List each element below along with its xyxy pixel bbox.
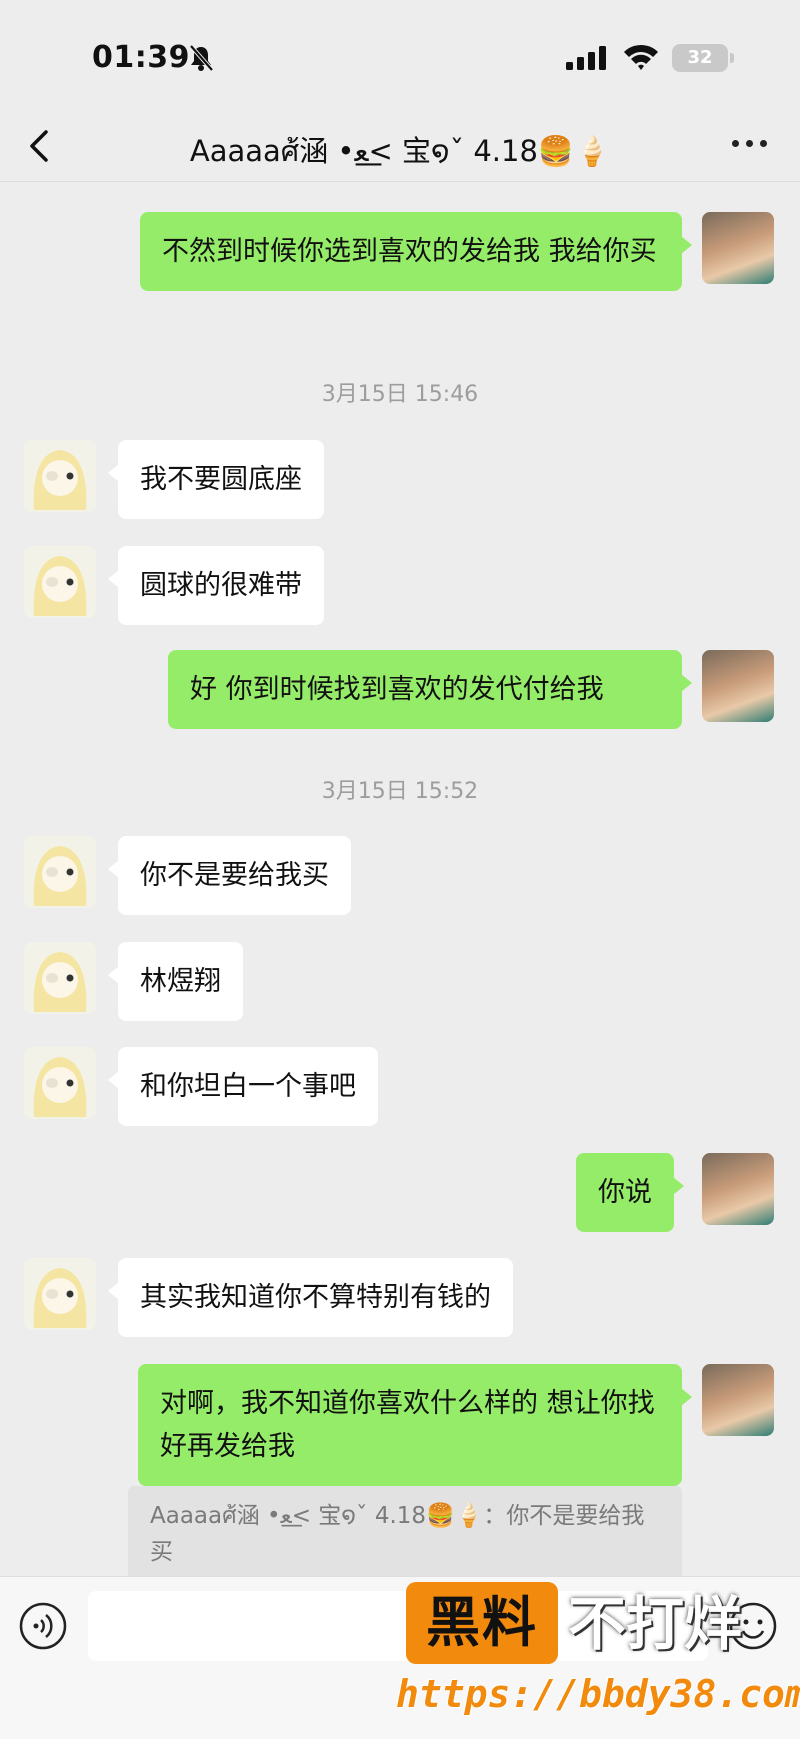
contact-avatar-illustration — [33, 846, 87, 906]
contact-avatar-illustration — [33, 450, 87, 510]
battery-indicator: 32 — [672, 44, 734, 72]
quoted-message[interactable]: Aaaaaศ้涵 •ﻌ⁠<͟ 宝໑ˇ 4.18🍔🍦：你不是要给我买 — [128, 1486, 682, 1582]
message-bubble-sent[interactable]: 好 你到时候找到喜欢的发代付给我 — [168, 650, 692, 729]
timestamp: 3月15日 15:52 — [321, 779, 479, 804]
message-bubble-sent[interactable]: 你说 — [576, 1153, 684, 1232]
mute-bell-icon — [189, 44, 214, 72]
message-bubble-sent[interactable]: 不然到时候你选到喜欢的发给我 我给你买 — [140, 212, 692, 291]
contact-avatar-illustration — [33, 1268, 87, 1328]
voice-input-icon[interactable] — [18, 1601, 68, 1651]
my-avatar[interactable] — [702, 1153, 774, 1225]
status-bar: 01:39 32 — [0, 0, 800, 110]
timestamp: 3月15日 15:46 — [321, 382, 479, 407]
contact-avatar[interactable] — [24, 1047, 96, 1119]
back-arrow-icon[interactable] — [26, 128, 56, 164]
wifi-icon — [624, 44, 658, 70]
watermark-tagline: 不打烊 — [568, 1590, 743, 1658]
watermark: 黑料 不打烊 https://bbdy38.com — [396, 1578, 800, 1739]
watermark-brand: 黑料 — [406, 1582, 558, 1664]
message-bubble-received[interactable]: 圆球的很难带 — [108, 546, 324, 625]
status-time: 01:39 — [92, 40, 190, 75]
chat-header: Aaaaaศ้涵 •ﻌ⁠<͟ 宝໑ˇ 4.18🍔🍦 — [0, 110, 800, 182]
chat-title: Aaaaaศ้涵 •ﻌ⁠<͟ 宝໑ˇ 4.18🍔🍦 — [189, 134, 611, 168]
message-bubble-received[interactable]: 其实我知道你不算特别有钱的 — [108, 1258, 513, 1337]
contact-avatar-illustration — [33, 556, 87, 616]
my-avatar[interactable] — [702, 212, 774, 284]
contact-avatar[interactable] — [24, 546, 96, 618]
contact-avatar-illustration — [33, 952, 87, 1012]
contact-avatar[interactable] — [24, 942, 96, 1014]
cellular-signal-icon — [566, 46, 606, 70]
contact-avatar[interactable] — [24, 1258, 96, 1330]
more-options-icon[interactable] — [732, 140, 768, 150]
contact-avatar[interactable] — [24, 836, 96, 908]
contact-avatar[interactable] — [24, 440, 96, 512]
my-avatar[interactable] — [702, 1364, 774, 1436]
my-avatar[interactable] — [702, 650, 774, 722]
message-bubble-received[interactable]: 和你坦白一个事吧 — [108, 1047, 378, 1126]
message-bubble-received[interactable]: 你不是要给我买 — [108, 836, 351, 915]
watermark-url: https://bbdy38.com — [396, 1672, 800, 1716]
message-bubble-received[interactable]: 我不要圆底座 — [108, 440, 324, 519]
message-bubble-received[interactable]: 林煜翔 — [108, 942, 243, 1021]
message-bubble-sent[interactable]: 对啊，我不知道你喜欢什么样的 想让你找好再发给我 — [138, 1364, 692, 1486]
contact-avatar-illustration — [33, 1057, 87, 1117]
